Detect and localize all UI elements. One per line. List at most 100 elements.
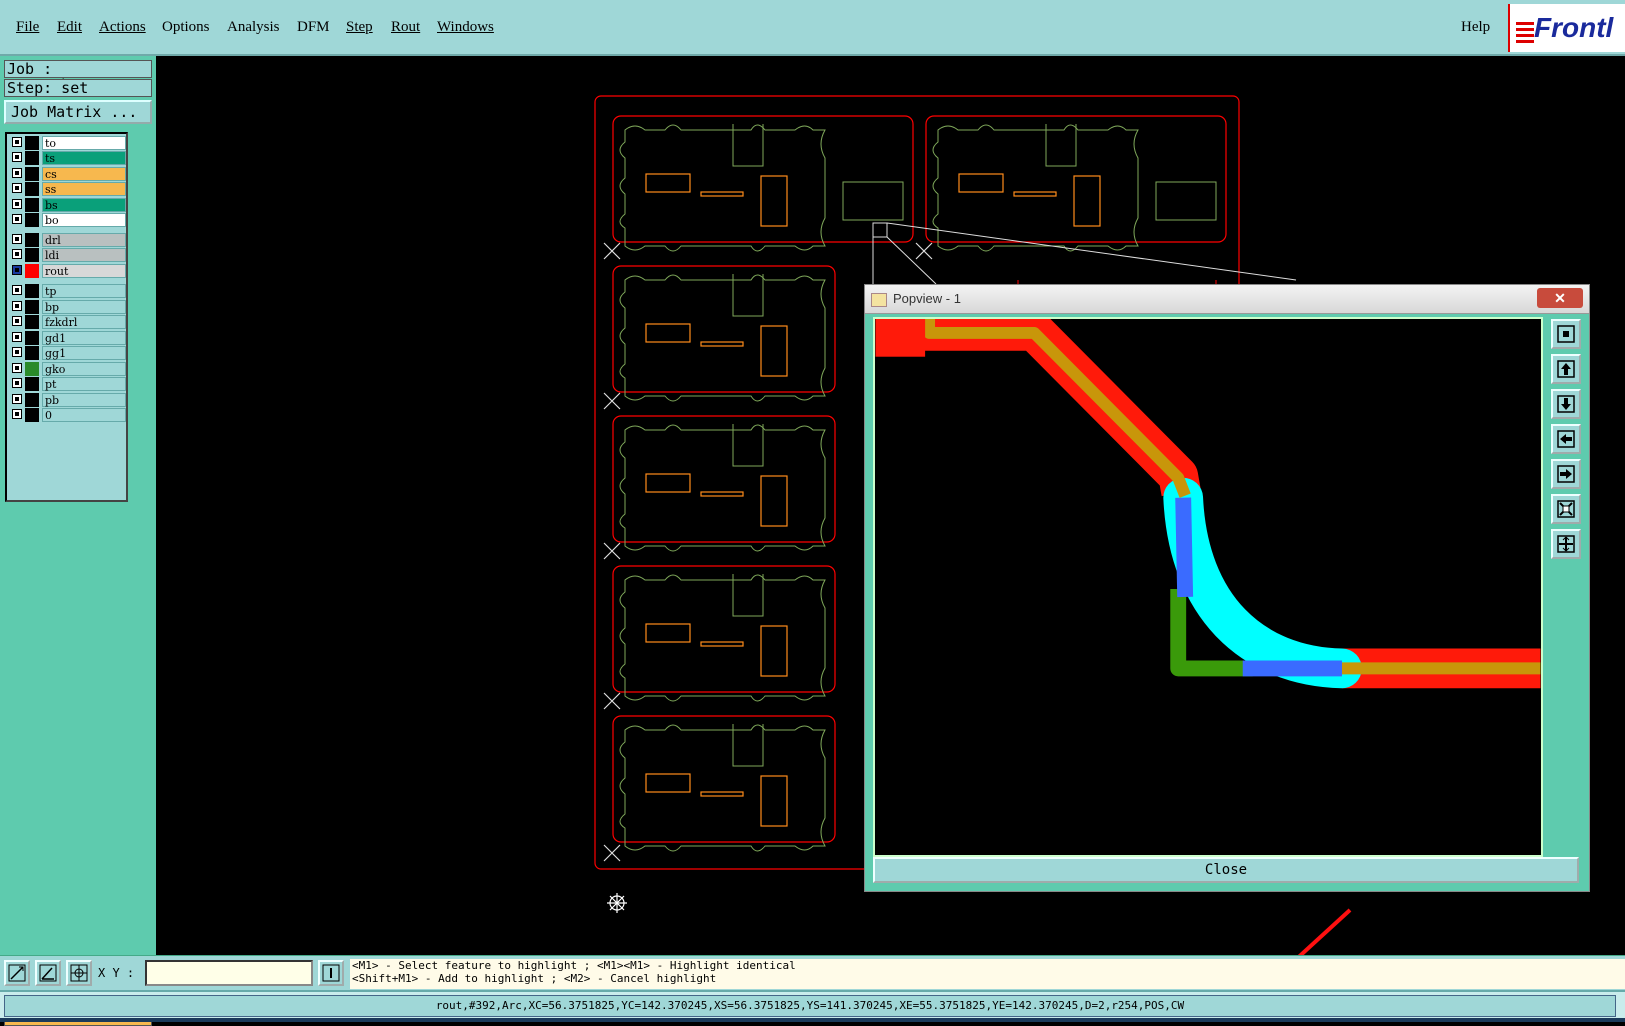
layer-checkbox[interactable]	[12, 409, 22, 419]
layer-checkbox[interactable]	[12, 316, 22, 326]
menu-file[interactable]: File	[16, 19, 39, 36]
layer-row-bo[interactable]: bo	[9, 213, 126, 227]
menu-actions[interactable]: Actions	[99, 19, 146, 36]
layer-row-pt[interactable]: pt	[9, 377, 126, 391]
layer-row-ldi[interactable]: ldi	[9, 248, 126, 262]
layer-color-swatch[interactable]	[25, 362, 39, 376]
job-matrix-button[interactable]: Job Matrix ...	[4, 100, 152, 124]
pan-up-icon[interactable]	[1551, 354, 1581, 384]
layer-checkbox[interactable]	[12, 285, 22, 295]
layer-color-swatch[interactable]	[25, 264, 39, 278]
layer-color-swatch[interactable]	[25, 346, 39, 360]
layer-checkbox[interactable]	[12, 363, 22, 373]
layer-row-drl[interactable]: drl	[9, 233, 126, 247]
layer-name[interactable]: 0	[42, 408, 126, 422]
layer-checkbox[interactable]	[12, 168, 22, 178]
layer-row-fzkdrl[interactable]: fzkdrl	[9, 315, 126, 329]
menu-step[interactable]: Step	[346, 19, 373, 36]
layer-checkbox[interactable]	[12, 347, 22, 357]
layer-row-gko[interactable]: gko	[9, 362, 126, 376]
measure-icon[interactable]	[4, 960, 30, 986]
layer-name[interactable]: bp	[42, 300, 126, 314]
layer-color-swatch[interactable]	[25, 136, 39, 150]
layer-name[interactable]: fzkdrl	[42, 315, 126, 329]
popview-zoom-canvas[interactable]	[873, 317, 1543, 857]
layer-color-swatch[interactable]	[25, 300, 39, 314]
layer-checkbox[interactable]	[12, 394, 22, 404]
menu-help[interactable]: Help	[1461, 19, 1490, 36]
layer-color-swatch[interactable]	[25, 377, 39, 391]
layer-color-swatch[interactable]	[25, 182, 39, 196]
layer-name[interactable]: ss	[42, 182, 126, 196]
window-close-icon[interactable]: ✕	[1537, 288, 1583, 308]
layer-row-bp[interactable]: bp	[9, 300, 126, 314]
layer-color-swatch[interactable]	[25, 331, 39, 345]
pan-left-icon[interactable]	[1551, 424, 1581, 454]
menu-windows[interactable]: Windows	[437, 19, 494, 36]
zoom-out-icon[interactable]	[1551, 529, 1581, 559]
layer-row-tp[interactable]: tp	[9, 284, 126, 298]
layer-color-swatch[interactable]	[25, 167, 39, 181]
layer-checkbox[interactable]	[12, 234, 22, 244]
menu-edit[interactable]: Edit	[57, 19, 82, 36]
layer-row-ss[interactable]: ss	[9, 182, 126, 196]
menu-rout[interactable]: Rout	[391, 19, 420, 36]
layer-name[interactable]: to	[42, 136, 126, 150]
layer-checkbox[interactable]	[12, 301, 22, 311]
layer-checkbox[interactable]	[12, 183, 22, 193]
layer-color-swatch[interactable]	[25, 213, 39, 227]
layer-checkbox[interactable]	[12, 152, 22, 162]
layer-checkbox[interactable]	[12, 265, 22, 275]
layer-checkbox[interactable]	[12, 249, 22, 259]
layer-color-swatch[interactable]	[25, 151, 39, 165]
layer-name[interactable]: drl	[42, 233, 126, 247]
layer-checkbox[interactable]	[12, 378, 22, 388]
menu-options[interactable]: Options	[162, 19, 210, 36]
layer-color-swatch[interactable]	[25, 315, 39, 329]
zoom-in-icon[interactable]	[1551, 494, 1581, 524]
layer-color-swatch[interactable]	[25, 198, 39, 212]
layer-name[interactable]: bo	[42, 213, 126, 227]
layer-row-ts[interactable]: ts	[9, 151, 126, 165]
layer-row-0[interactable]: 0	[9, 408, 126, 422]
layer-checkbox[interactable]	[12, 332, 22, 342]
layer-name[interactable]: pt	[42, 377, 126, 391]
layer-row-rout[interactable]: rout	[9, 264, 126, 278]
menu-dfm[interactable]: DFM	[297, 19, 330, 36]
layer-row-to[interactable]: to	[9, 136, 126, 150]
layer-name[interactable]: ts	[42, 151, 126, 165]
layer-row-bs[interactable]: bs	[9, 198, 126, 212]
layer-checkbox[interactable]	[12, 214, 22, 224]
popview-close-button[interactable]: Close	[873, 857, 1579, 883]
layer-row-gd1[interactable]: gd1	[9, 331, 126, 345]
layer-row-pb[interactable]: pb	[9, 393, 126, 407]
layer-row-gg1[interactable]: gg1	[9, 346, 126, 360]
menu-analysis[interactable]: Analysis	[227, 19, 280, 36]
layer-name[interactable]: ldi	[42, 248, 126, 262]
layer-name[interactable]: gko	[42, 362, 126, 376]
popview-titlebar[interactable]: Popview - 1 ✕	[865, 285, 1589, 314]
layer-name[interactable]: gg1	[42, 346, 126, 360]
layer-color-swatch[interactable]	[25, 248, 39, 262]
info-icon[interactable]	[318, 960, 344, 986]
layer-name[interactable]: tp	[42, 284, 126, 298]
angle-measure-icon[interactable]	[35, 960, 61, 986]
layer-checkbox[interactable]	[12, 199, 22, 209]
pan-down-icon[interactable]	[1551, 389, 1581, 419]
layer-name[interactable]: gd1	[42, 331, 126, 345]
layer-row-cs[interactable]: cs	[9, 167, 126, 181]
grid-snap-icon[interactable]	[66, 960, 92, 986]
layer-checkbox[interactable]	[12, 137, 22, 147]
layer-color-swatch[interactable]	[25, 233, 39, 247]
layer-color-swatch[interactable]	[25, 408, 39, 422]
layer-name[interactable]: rout	[42, 264, 126, 278]
layer-name[interactable]: bs	[42, 198, 126, 212]
zoom-fit-icon[interactable]	[1551, 319, 1581, 349]
layer-name[interactable]: pb	[42, 393, 126, 407]
layer-name[interactable]: cs	[42, 167, 126, 181]
layer-color-swatch[interactable]	[25, 284, 39, 298]
xy-coordinate-input[interactable]	[145, 960, 313, 986]
layer-color-swatch[interactable]	[25, 393, 39, 407]
pan-right-icon[interactable]	[1551, 459, 1581, 489]
highlighted-arc[interactable]	[1163, 477, 1362, 689]
